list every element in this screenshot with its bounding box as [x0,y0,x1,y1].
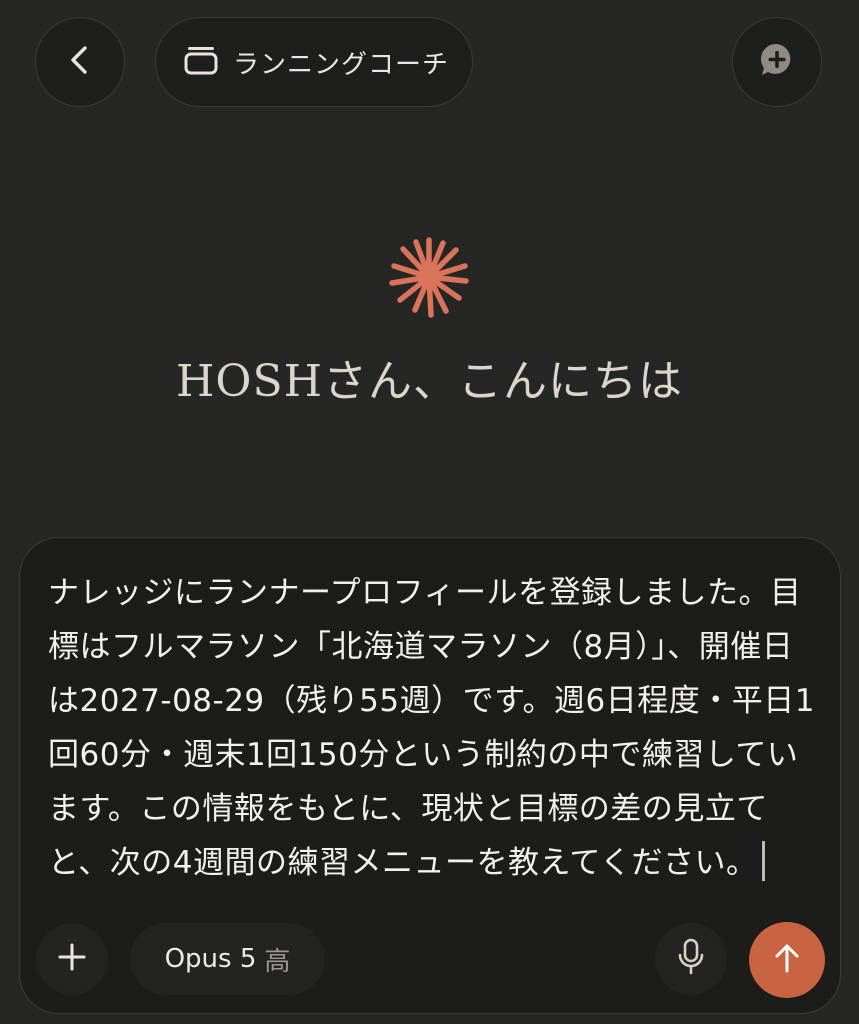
microphone-icon [676,938,706,980]
send-button[interactable] [749,922,825,998]
text-caret [761,841,765,881]
message-input[interactable]: ナレッジにランナープロフィールを登録しました。目標はフルマラソン「北海道マラソン… [48,566,818,890]
model-name: Opus 5 [164,944,257,974]
message-input-text: ナレッジにランナープロフィールを登録しました。目標はフルマラソン「北海道マラソン… [48,575,815,881]
project-selector[interactable]: ランニングコーチ [155,17,473,107]
chat-screen: ランニングコーチ HOSHさん、こんにちは ナレッジにランナープロフィールを登録… [0,0,859,1024]
project-folder-icon [183,44,219,80]
greeting-title: HOSHさん、こんにちは [176,356,683,407]
new-chat-button[interactable] [732,17,822,107]
chat-plus-icon [757,40,797,84]
add-attachment-button[interactable] [36,923,108,995]
project-name: ランニングコーチ [233,49,450,80]
model-effort-level: 高 [264,946,291,977]
model-selector-button[interactable]: Opus 5 高 [130,923,325,995]
back-button[interactable] [35,17,125,107]
message-composer[interactable]: ナレッジにランナープロフィールを登録しました。目標はフルマラソン「北海道マラソン… [19,537,841,1014]
chevron-left-icon [63,43,97,81]
plus-icon [57,942,87,976]
voice-input-button[interactable] [655,923,727,995]
arrow-up-icon [772,942,802,978]
claude-sparkle-icon [388,236,470,318]
